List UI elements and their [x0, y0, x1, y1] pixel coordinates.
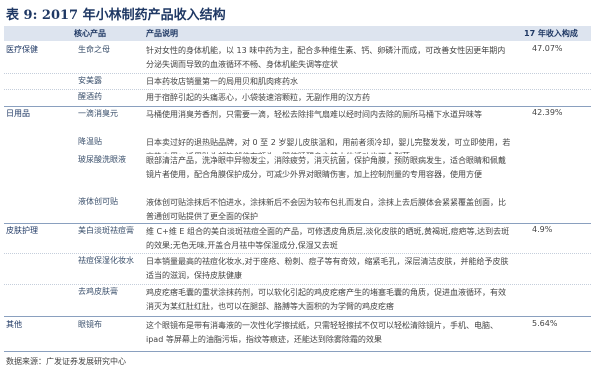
category-label: 日用品 — [6, 109, 30, 118]
product-desc: 用于宿醉引起的头痛恶心，小袋装速溶颗粒，无副作用的汉方药 — [146, 93, 370, 102]
header-core-product: 核心产品 — [74, 29, 106, 38]
product-desc: 马桶使用消臭芳香剂，只需要一滴，轻松去除排气扇难以经时间内去除的厕所马桶下水道异… — [146, 110, 482, 119]
product-name: 祛痘保湿化妆水 — [78, 256, 134, 265]
revenue-share: 47.07% — [532, 44, 563, 53]
header-revenue-share: 17 年收入构成 — [524, 29, 578, 38]
table-row: 其他 眼镜布 这个眼镜布是带有消毒液的一次性化学擦拭纸，只需轻轻擦拭不仅可以轻松… — [4, 319, 591, 349]
table-title: 表 9: 2017 年小林制药产品收入结构 — [6, 8, 226, 23]
table-row: 液体创可贴 液体创可贴涂抹后不怕进水，涂抹新后不会因为较布包扎而发白，涂抹上去后… — [4, 196, 591, 224]
product-name: 去鸡皮肤膏 — [78, 287, 118, 296]
product-name: 玻尿酸洗眼液 — [78, 155, 126, 164]
product-desc: 日本销量最高的祛痘化妆水,对于座疮、粉刺、痘子等有奇效，缩紧毛孔，深层清洁皮肤，… — [146, 257, 509, 280]
source-note: 数据来源：广发证券发展研究中心 — [6, 357, 126, 366]
revenue-share: 42.39% — [532, 108, 563, 117]
product-name: 生命之母 — [78, 45, 110, 54]
table-row: 祛痘保湿化妆水 日本销量最高的祛痘化妆水,对于座疮、粉刺、痘子等有奇效，缩紧毛孔… — [4, 255, 591, 283]
table-row: 去鸡皮肤膏 鸡皮疙瘩毛囊的重状涂抹药剂，可以软化引起的鸡皮疙瘩产生的堵塞毛囊的角… — [4, 286, 591, 314]
product-desc: 眼部清洁产品，洗净眼中异物发尘，消除疲劳，消灭抗菌，保护角膜，预防眼病发生，适合… — [146, 154, 511, 182]
table-row: 玻尿酸洗眼液 眼部清洁产品，洗净眼中异物发尘，消除疲劳，消灭抗菌，保护角膜，预防… — [4, 154, 591, 196]
table-row: 皮肤护理 美白淡斑祛痘膏 维 C+维 E 组合的美白淡斑祛痘全面的产品，可修透皮… — [4, 225, 591, 253]
product-name: 美白淡斑祛痘膏 — [78, 226, 134, 235]
product-name: 安美露 — [78, 76, 102, 85]
table-row: 日用品 一滴消臭元 马桶使用消臭芳香剂，只需要一滴，轻松去除排气扇难以经时间内去… — [4, 108, 591, 136]
product-name: 醒酒药 — [78, 92, 102, 101]
product-name: 一滴消臭元 — [78, 109, 118, 118]
product-name: 眼镜布 — [78, 320, 102, 329]
product-name: 降温贴 — [78, 137, 102, 146]
table-header: 核心产品 产品说明 17 年收入构成 — [4, 26, 591, 41]
product-desc: 鸡皮疙瘩毛囊的重状涂抹药剂，可以软化引起的鸡皮疙瘩产生的堵塞毛囊的角质，促进血液… — [146, 288, 506, 311]
category-label: 其他 — [6, 320, 22, 329]
product-desc: 维 C+维 E 组合的美白淡斑祛痘全面的产品，可修透皮角质层,淡化皮肤的晒斑,黄… — [146, 227, 510, 250]
revenue-share: 4.9% — [532, 225, 553, 234]
header-product-desc: 产品说明 — [146, 29, 178, 38]
revenue-share: 5.64% — [532, 319, 558, 328]
product-desc: 液体创可贴涂抹后不怕进水，涂抹新后不会因为较布包扎而发白，涂抹上去后膜体会紧紧覆… — [146, 196, 511, 224]
product-desc: 这个眼镜布是带有消毒液的一次性化学擦拭纸，只需轻轻擦拭不仅可以轻松清除镜片，手机… — [146, 321, 498, 344]
table-row: 醒酒药 用于宿醉引起的头痛恶心，小袋装速溶颗粒，无副作用的汉方药 — [4, 91, 591, 105]
category-label: 医疗保健 — [6, 45, 38, 54]
product-name: 液体创可贴 — [78, 197, 118, 206]
table-row: 医疗保健 生命之母 针对女性的身体机能，以 13 味中药为主，配合多种维生素、钙… — [4, 44, 591, 69]
category-label: 皮肤护理 — [6, 226, 38, 235]
product-desc: 日本药妆店销量第一的局用贝和肌肉疼药水 — [146, 77, 298, 86]
product-desc: 针对女性的身体机能，以 13 味中药为主，配合多种维生素、钙、卵磷汁而成，可改善… — [146, 46, 506, 69]
table-row: 安美露 日本药妆店销量第一的局用贝和肌肉疼药水 — [4, 75, 591, 89]
